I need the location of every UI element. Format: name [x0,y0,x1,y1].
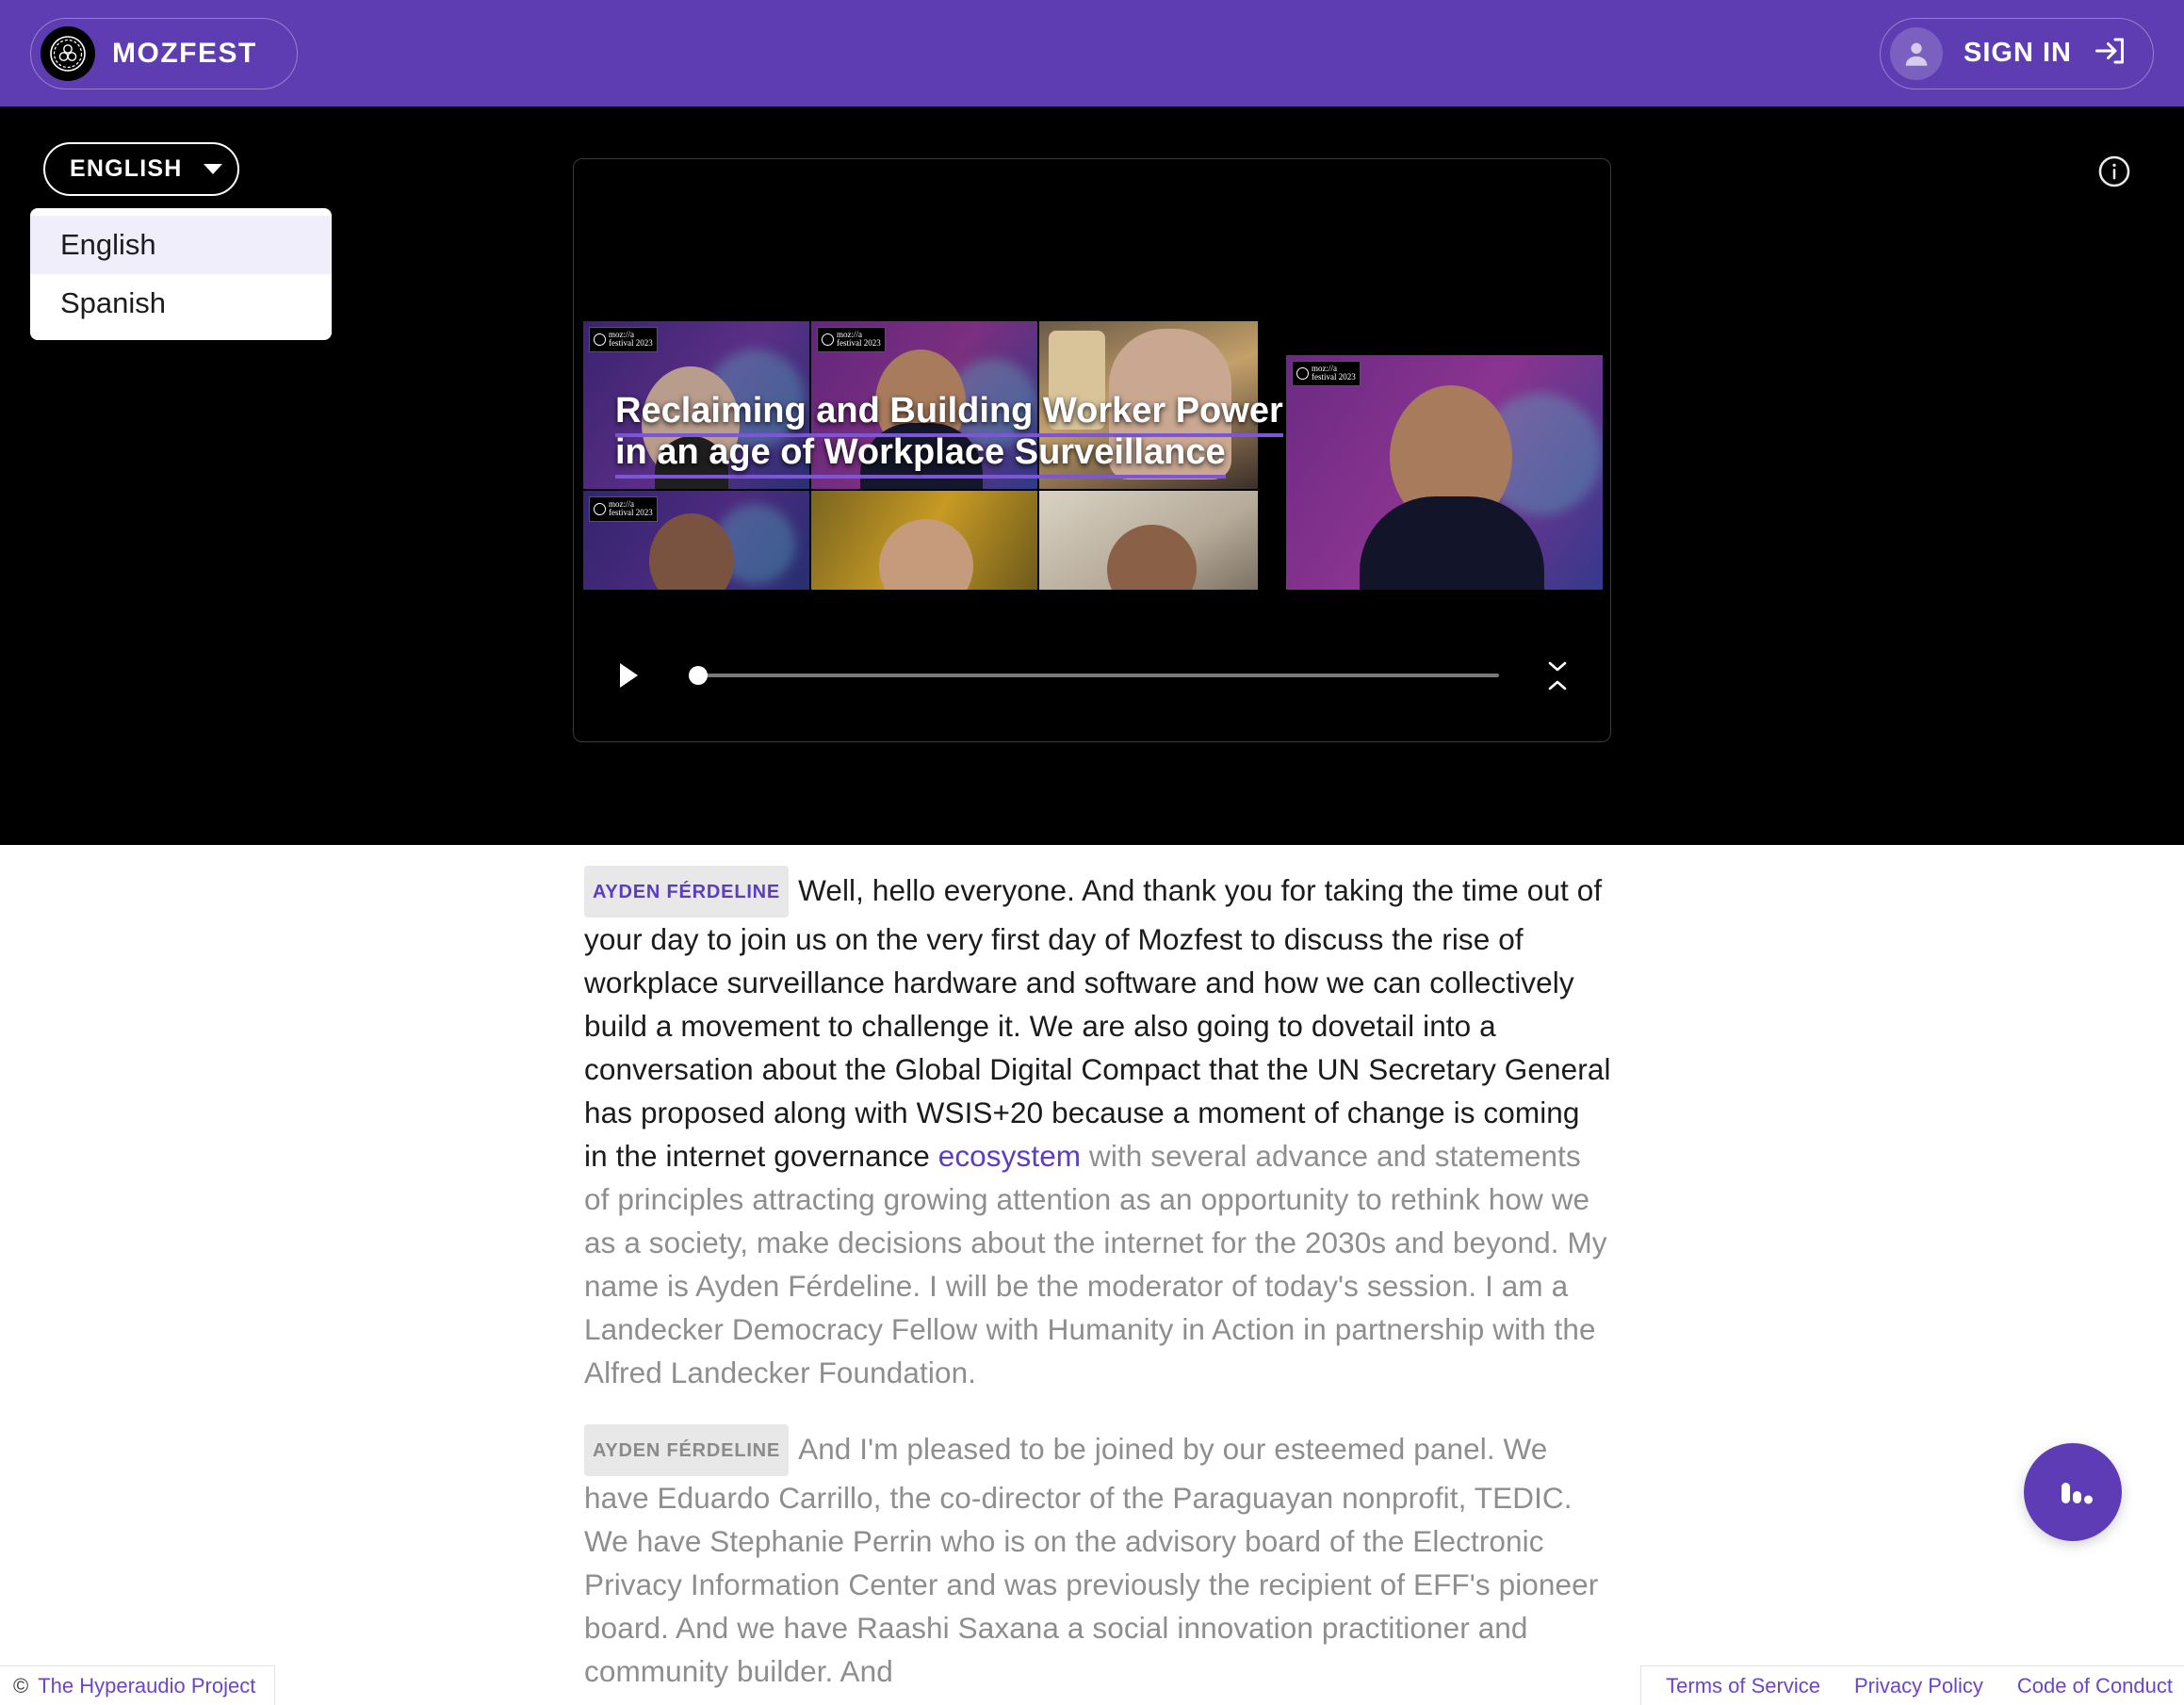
person-avatar-icon [1890,26,1944,80]
audio-bars-icon[interactable] [2024,1443,2122,1541]
transcript-paragraph[interactable]: AYDEN FÉRDELINE Well, hello everyone. And… [584,866,1611,1394]
language-selector-label: ENGLISH [70,155,183,182]
footer-copyright: © The Hyperaudio Project [0,1665,276,1705]
copyright-icon: © [13,1673,29,1697]
video-tile: moz://a festival 2023 [1286,355,1603,590]
tile-badge: moz://a festival 2023 [1292,361,1361,386]
transcript-unread-text[interactable]: with several advance and statements of p… [584,1139,1607,1389]
mozilla-festival-logo-icon [41,25,95,81]
language-selector: ENGLISH English Spanish [30,142,332,340]
progress-scrubber[interactable] [689,657,1499,694]
app-header: MOZFEST SIGN IN [0,0,2184,106]
mozilla-ring-icon [1296,366,1309,380]
tile-badge: moz://a festival 2023 [589,496,658,522]
transcript-paragraph[interactable]: AYDEN FÉRDELINE And I'm pleased to be joi… [584,1424,1611,1693]
transcript-read-text[interactable]: Well, hello everyone. And thank you for … [584,873,1611,1173]
speaker-label[interactable]: AYDEN FÉRDELINE [584,866,790,917]
code-of-conduct-link[interactable]: Code of Conduct [2017,1674,2173,1698]
mozilla-ring-icon [594,333,606,346]
video-title: Reclaiming and Building Worker Power in … [615,390,1294,479]
player-controls [574,647,1610,704]
language-dropdown-menu[interactable]: English Spanish [30,208,332,340]
language-selector-button[interactable]: ENGLISH [43,142,239,196]
speaker-label[interactable]: AYDEN FÉRDELINE [584,1424,790,1476]
tile-badge: moz://a festival 2023 [817,327,886,352]
tile-badge: moz://a festival 2023 [589,327,658,352]
play-icon[interactable] [610,657,647,694]
language-option-spanish[interactable]: Spanish [30,274,332,333]
footer-links: Terms of Service Privacy Policy Code of … [1640,1665,2184,1705]
video-tile [811,491,1037,590]
scrubber-handle-icon[interactable] [689,666,708,685]
mozilla-ring-icon [822,333,834,346]
player-stage: ENGLISH English Spanish moz://a festival … [0,106,2184,845]
chevron-down-icon [203,164,222,174]
brand-logo-button[interactable]: MOZFEST [30,17,298,89]
language-option-english[interactable]: English [30,216,332,274]
brand-name-label: MOZFEST [112,37,257,69]
hyperaudio-project-link[interactable]: The Hyperaudio Project [38,1674,255,1698]
info-circle-icon[interactable] [2096,154,2132,194]
collapse-chevrons-icon[interactable] [1537,655,1578,696]
video-player[interactable]: moz://a festival 2023 moz://a festival 202… [573,158,1611,742]
video-title-text: Reclaiming and Building Worker Power in … [615,391,1283,479]
privacy-policy-link[interactable]: Privacy Policy [1854,1674,1983,1698]
transcript-active-word[interactable]: ecosystem [938,1139,1081,1173]
progress-track [689,674,1499,677]
sign-in-arrow-icon [2093,34,2127,73]
transcript-panel[interactable]: AYDEN FÉRDELINE Well, hello everyone. And… [0,845,2184,1705]
mozilla-ring-icon [594,502,606,515]
transcript-body: AYDEN FÉRDELINE Well, hello everyone. And… [584,866,1611,1705]
video-tile: moz://a festival 2023 [583,491,809,590]
video-tile [1039,491,1258,590]
terms-of-service-link[interactable]: Terms of Service [1666,1674,1820,1698]
sign-in-button[interactable]: SIGN IN [1880,17,2154,89]
sign-in-label: SIGN IN [1964,38,2072,68]
